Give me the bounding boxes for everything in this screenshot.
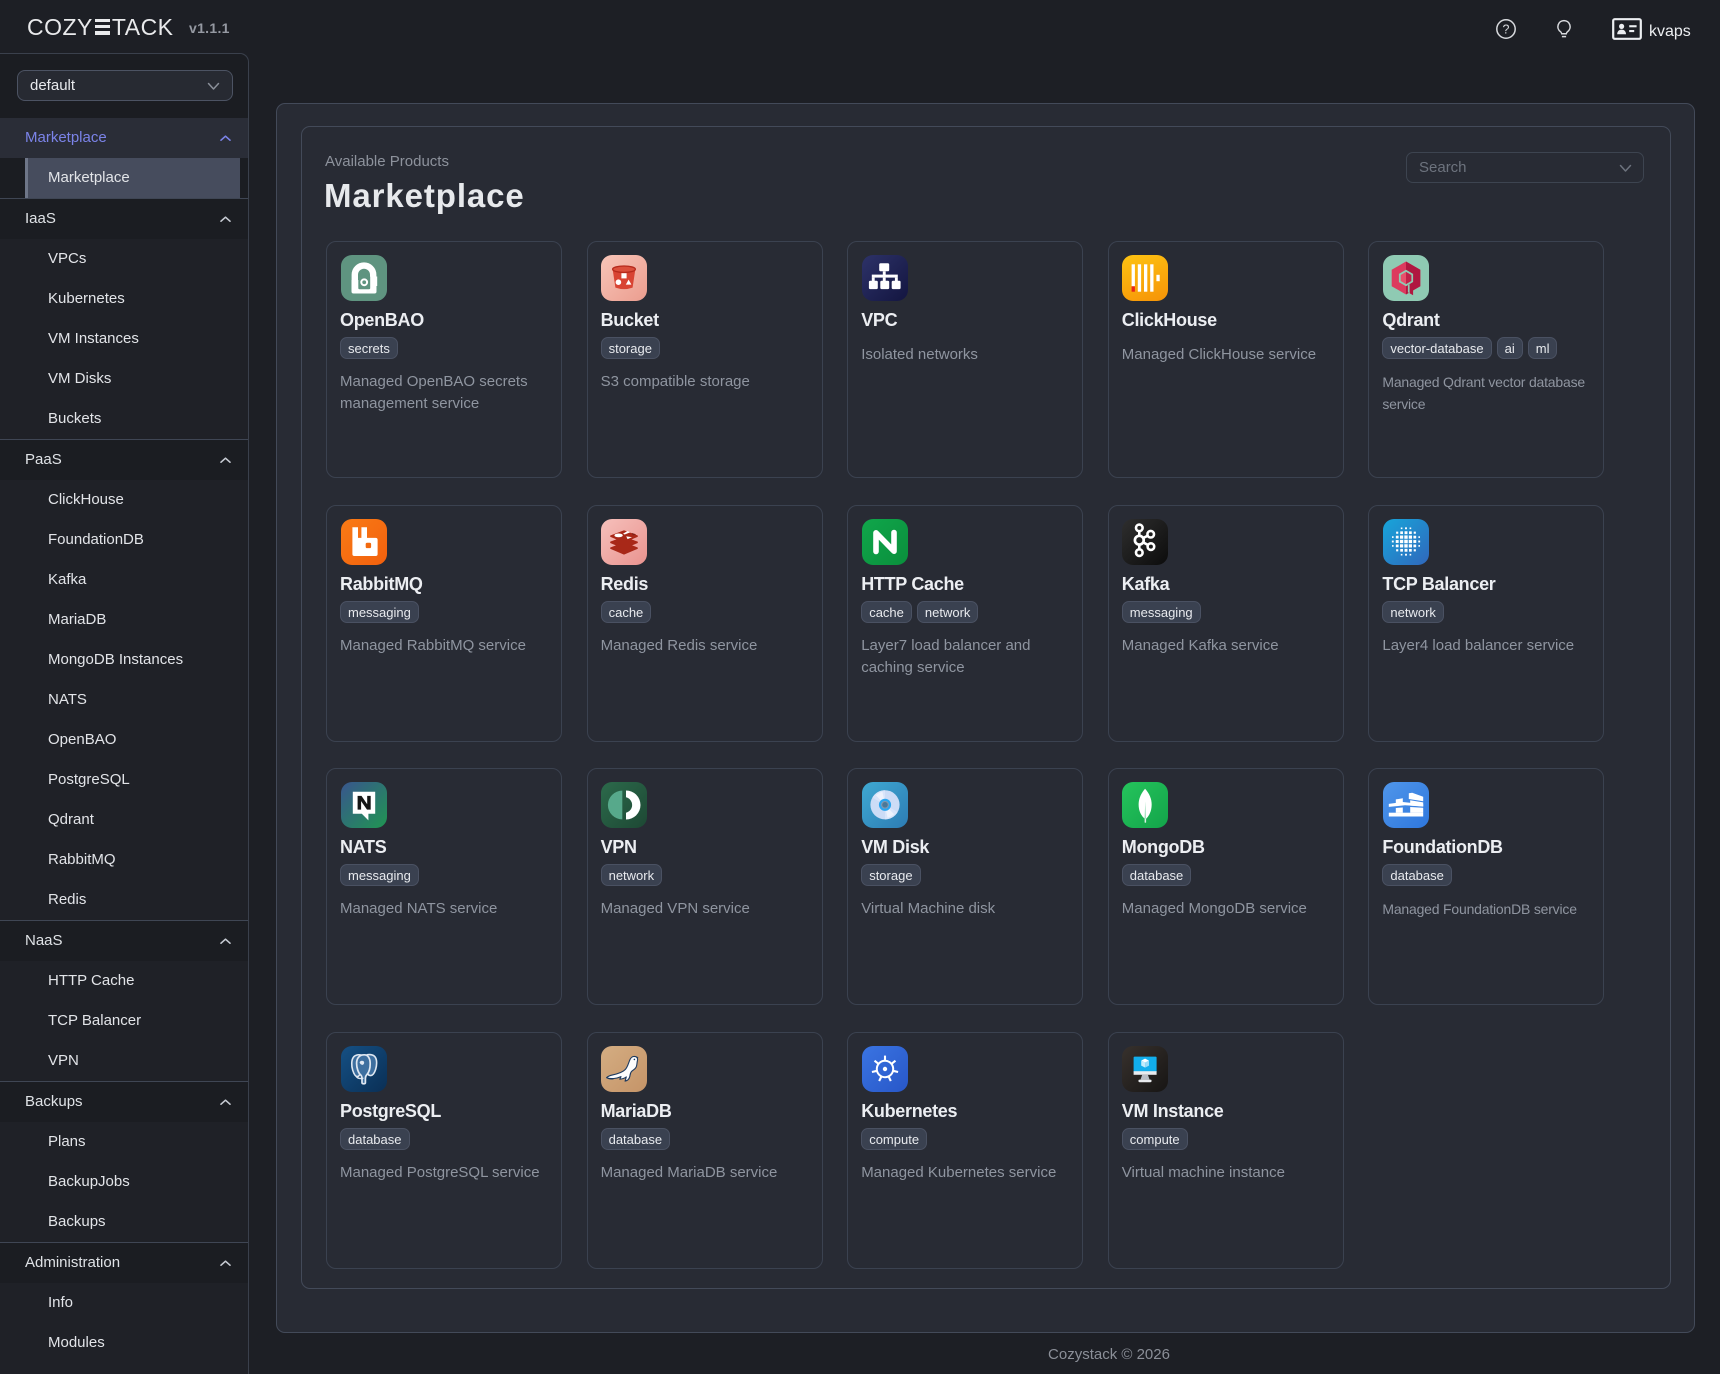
svg-text:?: ? [1503,22,1510,36]
